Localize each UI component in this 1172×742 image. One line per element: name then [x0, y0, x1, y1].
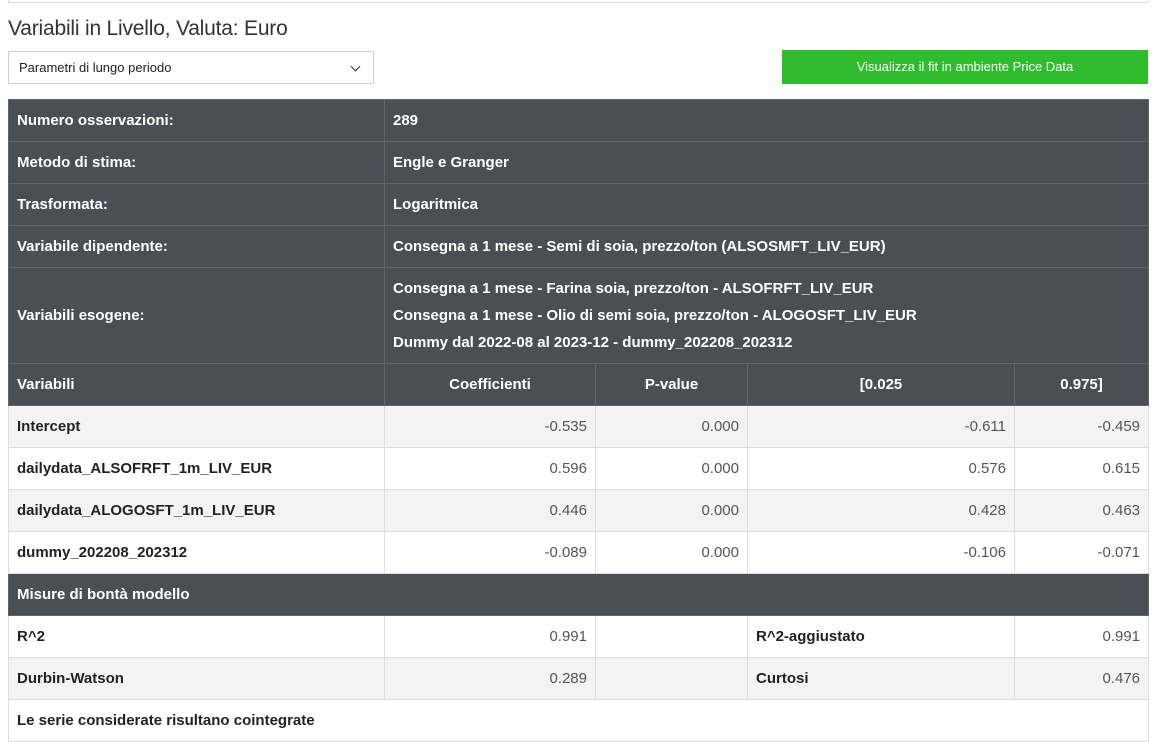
column-header-pvalue: P-value [595, 363, 748, 406]
ci-low-value: 0.428 [747, 489, 1015, 532]
ci-high-value: 0.615 [1013, 447, 1150, 490]
top-panel-border [8, 0, 1148, 3]
ci-high-value: -0.459 [1013, 405, 1150, 448]
column-header-ci-low: [0.025 [747, 363, 1015, 406]
table-row: Le serie considerate risultano cointegra… [7, 699, 1150, 742]
variable-name: dailydata_ALOGOSFT_1m_LIV_EUR [8, 489, 385, 532]
variable-name: Intercept [8, 405, 385, 448]
table-row: Durbin-Watson 0.289 Curtosi 0.476 [8, 657, 1150, 700]
r2-label: R^2 [8, 615, 385, 658]
variable-name: dummy_202208_202312 [8, 531, 385, 574]
durbin-watson-label: Durbin-Watson [8, 657, 385, 700]
info-row-exogenous: Variabili esogene: Consegna a 1 mese - F… [8, 267, 1150, 364]
regression-report-table: Numero osservazioni: 289 Metodo di stima… [7, 99, 1150, 742]
exogenous-item: Dummy dal 2022-08 al 2023-12 - dummy_202… [393, 334, 793, 351]
exogenous-label: Variabili esogene: [8, 267, 385, 364]
observations-label: Numero osservazioni: [8, 99, 385, 142]
ci-low-value: -0.611 [747, 405, 1015, 448]
ci-low-value: 0.576 [747, 447, 1015, 490]
pvalue-value: 0.000 [595, 405, 748, 448]
coefficient-value: -0.535 [384, 405, 596, 448]
info-row-observations: Numero osservazioni: 289 [8, 99, 1150, 142]
r2-adjusted-label: R^2-aggiustato [747, 615, 1015, 658]
parameters-dropdown-value: Parametri di lungo periodo [19, 60, 172, 75]
empty-cell [595, 657, 748, 700]
info-row-method: Metodo di stima: Engle e Granger [8, 141, 1150, 184]
exogenous-item: Consegna a 1 mese - Farina soia, prezzo/… [393, 280, 874, 297]
column-header-variables: Variabili [8, 363, 385, 406]
kurtosis-label: Curtosi [747, 657, 1015, 700]
coef-table-header: Variabili Coefficienti P-value [0.025 0.… [8, 363, 1150, 406]
pvalue-value: 0.000 [595, 489, 748, 532]
r2-adjusted-value: 0.991 [1013, 615, 1150, 658]
kurtosis-value: 0.476 [1013, 657, 1150, 700]
pvalue-value: 0.000 [595, 447, 748, 490]
table-row: R^2 0.991 R^2-aggiustato 0.991 [8, 615, 1150, 658]
info-row-dependent: Variabile dipendente: Consegna a 1 mese … [8, 225, 1150, 268]
table-row: dailydata_ALOGOSFT_1m_LIV_EUR 0.446 0.00… [8, 489, 1150, 532]
ci-high-value: 0.463 [1013, 489, 1150, 532]
view-fit-button[interactable]: Visualizza il fit in ambiente Price Data [782, 50, 1148, 84]
exogenous-values: Consegna a 1 mese - Farina soia, prezzo/… [383, 267, 1150, 364]
ci-low-value: -0.106 [747, 531, 1015, 574]
parameters-dropdown[interactable]: Parametri di lungo periodo [8, 51, 374, 84]
r2-value: 0.991 [384, 615, 596, 658]
fit-section-title: Misure di bontà modello [7, 573, 1150, 616]
dependent-value: Consegna a 1 mese - Semi di soia, prezzo… [383, 225, 1150, 268]
pvalue-value: 0.000 [595, 531, 748, 574]
transform-label: Trasformata: [8, 183, 385, 226]
cointegration-conclusion: Le serie considerate risultano cointegra… [7, 699, 1150, 742]
method-value: Engle e Granger [383, 141, 1150, 184]
exogenous-item: Consegna a 1 mese - Olio di semi soia, p… [393, 307, 917, 324]
ci-high-value: -0.071 [1013, 531, 1150, 574]
column-header-ci-high: 0.975] [1013, 363, 1150, 406]
coefficient-value: 0.446 [384, 489, 596, 532]
transform-value: Logaritmica [383, 183, 1150, 226]
chevron-down-icon [350, 61, 361, 72]
coefficient-value: 0.596 [384, 447, 596, 490]
table-row: dummy_202208_202312 -0.089 0.000 -0.106 … [8, 531, 1150, 574]
variable-name: dailydata_ALSOFRFT_1m_LIV_EUR [8, 447, 385, 490]
empty-cell [595, 615, 748, 658]
fit-section-header: Misure di bontà modello [7, 573, 1150, 616]
table-row: dailydata_ALSOFRFT_1m_LIV_EUR 0.596 0.00… [8, 447, 1150, 490]
method-label: Metodo di stima: [8, 141, 385, 184]
info-row-transform: Trasformata: Logaritmica [8, 183, 1150, 226]
column-header-coefficients: Coefficienti [384, 363, 596, 406]
observations-value: 289 [383, 99, 1150, 142]
page-title: Variabili in Livello, Valuta: Euro [8, 17, 288, 40]
dependent-label: Variabile dipendente: [8, 225, 385, 268]
coefficient-value: -0.089 [384, 531, 596, 574]
table-row: Intercept -0.535 0.000 -0.611 -0.459 [8, 405, 1150, 448]
durbin-watson-value: 0.289 [384, 657, 596, 700]
